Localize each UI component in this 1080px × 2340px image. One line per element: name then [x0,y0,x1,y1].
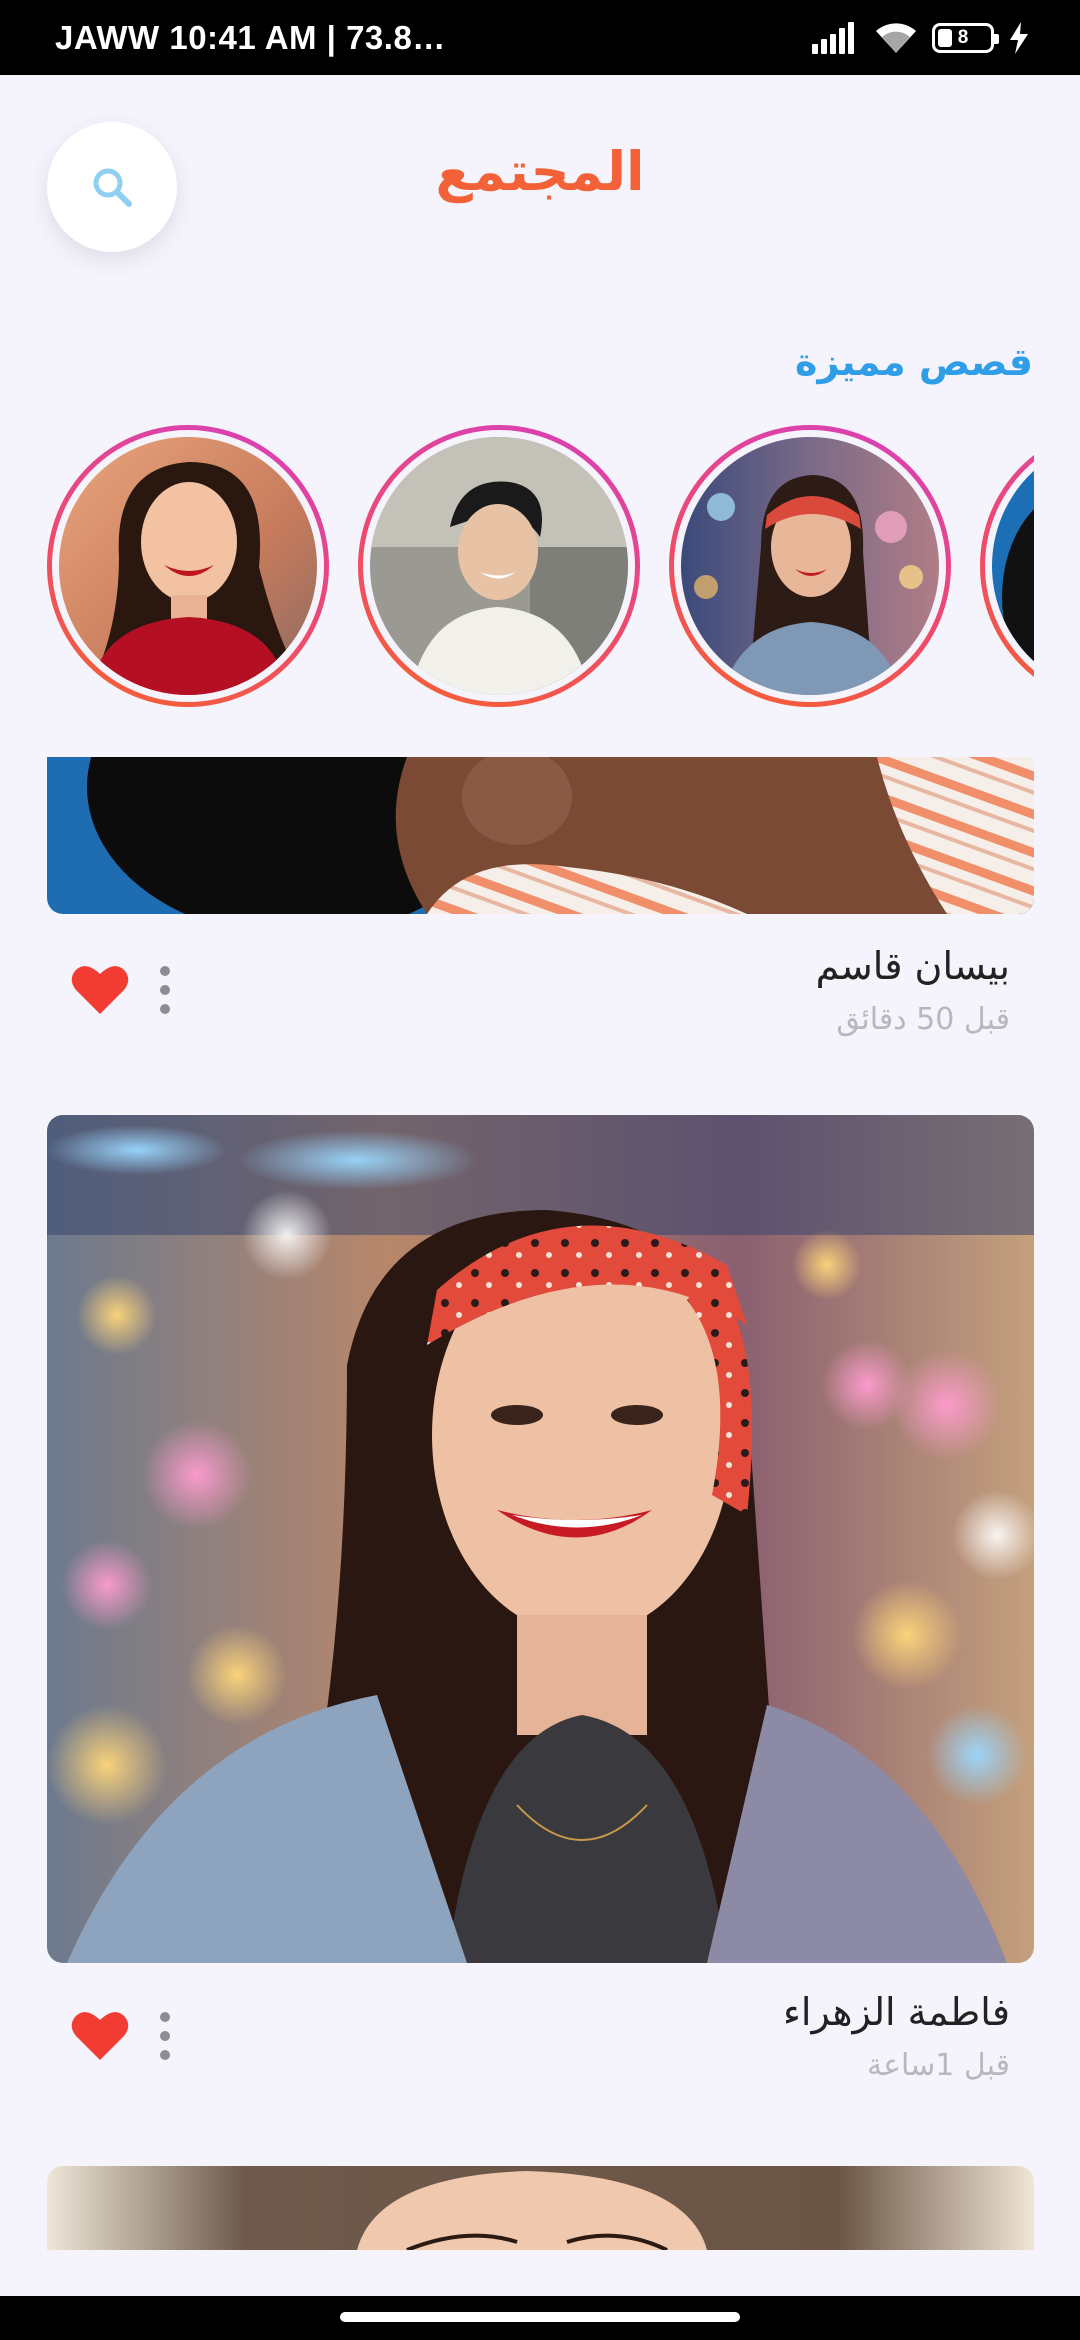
post-time: قبل 50 دقائق [836,1002,1010,1037]
status-icons: 8 [812,21,1030,55]
signal-icon [812,21,854,54]
heart-icon [71,2012,129,2060]
charging-icon [1010,21,1028,54]
post-meta: بيسان قاسم قبل 50 دقائق [47,944,1034,1064]
status-left: JAWW 10:41 AM | 73.8… [55,19,446,57]
home-indicator[interactable] [340,2312,740,2322]
story-avatar [992,437,1034,695]
post-author[interactable]: بيسان قاسم [816,944,1010,988]
more-options-button[interactable] [155,962,175,1018]
story-woman-bandana[interactable] [669,425,951,707]
post-author[interactable]: فاطمة الزهراء [783,1990,1010,2034]
featured-stories-title: قصص مميزة [795,340,1033,384]
wifi-icon [876,22,916,53]
dot [160,985,170,995]
post-time: قبل 1ساعة [866,2048,1010,2083]
status-bar: JAWW 10:41 AM | 73.8… 8 [0,0,1080,75]
story-woman-red-sweater[interactable] [47,425,329,707]
dot [160,2031,170,2041]
system-navigation-bar [0,2296,1080,2340]
like-button[interactable] [71,962,131,1018]
story-man-white-shirt[interactable] [358,425,640,707]
carrier-label: JAWW [55,18,160,56]
story-avatar [59,437,317,695]
post-image[interactable] [47,1115,1034,1963]
more-options-button[interactable] [155,2008,175,2064]
status-time: 10:41 AM | 73.8… [169,18,446,56]
post-image[interactable] [47,757,1034,914]
dot [160,2050,170,2060]
page-title: المجتمع [435,140,645,203]
story-partial[interactable] [980,425,1034,707]
story-avatar [370,437,628,695]
stories-row[interactable] [47,425,1034,707]
heart-icon [71,966,129,1014]
like-button[interactable] [71,2008,131,2064]
dot [160,966,170,976]
story-avatar [681,437,939,695]
post-image[interactable] [47,2166,1034,2250]
dot [160,2012,170,2022]
battery-level: 8 [957,26,969,48]
post-meta: فاطمة الزهراء قبل 1ساعة [47,1990,1034,2110]
battery-icon: 8 [932,22,999,53]
dot [160,1004,170,1014]
